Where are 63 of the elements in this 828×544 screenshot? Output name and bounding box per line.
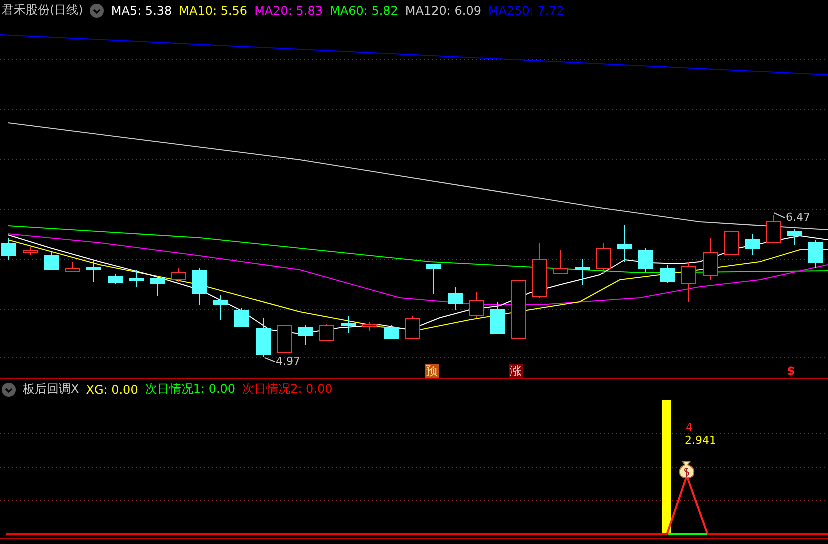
price-label: 4.97 [276,355,300,368]
baseline [668,533,707,535]
candlestick [469,292,484,318]
candlestick [86,260,101,282]
candlestick [213,294,228,320]
leader-line [774,212,786,218]
leader-line [264,358,276,362]
candlestick [171,268,186,282]
candlestick [766,214,781,244]
candlestick [681,262,696,302]
indicator-value: MA120: 6.09 [405,4,482,18]
indicator-value: XG: 0.00 [86,382,138,396]
candlestick [405,316,420,340]
value-label: 4 [686,421,693,434]
indicator-value: 次日情况1: 0.00 [145,381,236,398]
candlestick [511,280,526,339]
candlestick [426,264,441,294]
candlestick [23,246,38,256]
signal-marker: 预 [425,364,439,378]
candlestick [234,308,249,328]
candlestick [617,224,632,262]
signal-marker: 涨 [509,364,523,378]
indicator-value: MA10: 5.56 [179,4,248,18]
candlestick [596,242,611,274]
chart-title: 君禾股份(日线) [2,2,84,19]
chevron-down-icon[interactable] [2,382,16,396]
signal-marker: $ [786,364,796,378]
candlestick [384,324,399,340]
indicator-value: MA250: 7.72 [488,4,565,18]
candlestick [724,230,739,255]
candlestick [108,274,123,284]
candlestick [553,250,568,274]
candlestick [745,234,760,256]
candlestick [660,264,675,284]
candlestick [808,240,823,268]
value-label: 2.941 [685,434,716,447]
candlestick [192,268,207,306]
money-bag-icon [679,462,695,478]
indicator-title: 板后回调X [23,381,80,398]
indicator-value: 次日情况2: 0.00 [242,381,333,398]
candlestick [362,322,377,332]
candlestick [575,258,590,286]
candlestick [298,324,313,346]
chevron-down-icon[interactable] [90,4,104,18]
candlestick [341,316,356,334]
candlestick [256,318,271,358]
candlestick [1,238,16,260]
candlestick [448,286,463,310]
candlestick [65,262,80,272]
indicator-value: MA60: 5.82 [330,4,398,18]
candlestick [277,324,292,353]
candlestick [129,270,144,288]
candlestick [150,276,165,296]
candlestick [490,302,505,334]
indicator-value: MA5: 5.38 [111,4,172,18]
indicator-value: MA20: 5.83 [254,4,323,18]
candlestick [703,238,718,280]
candlestick [787,228,802,246]
price-label: 6.47 [786,211,810,224]
candlestick [532,242,547,298]
candlestick [638,248,653,272]
candlestick [44,252,59,270]
candlestick [319,324,334,342]
